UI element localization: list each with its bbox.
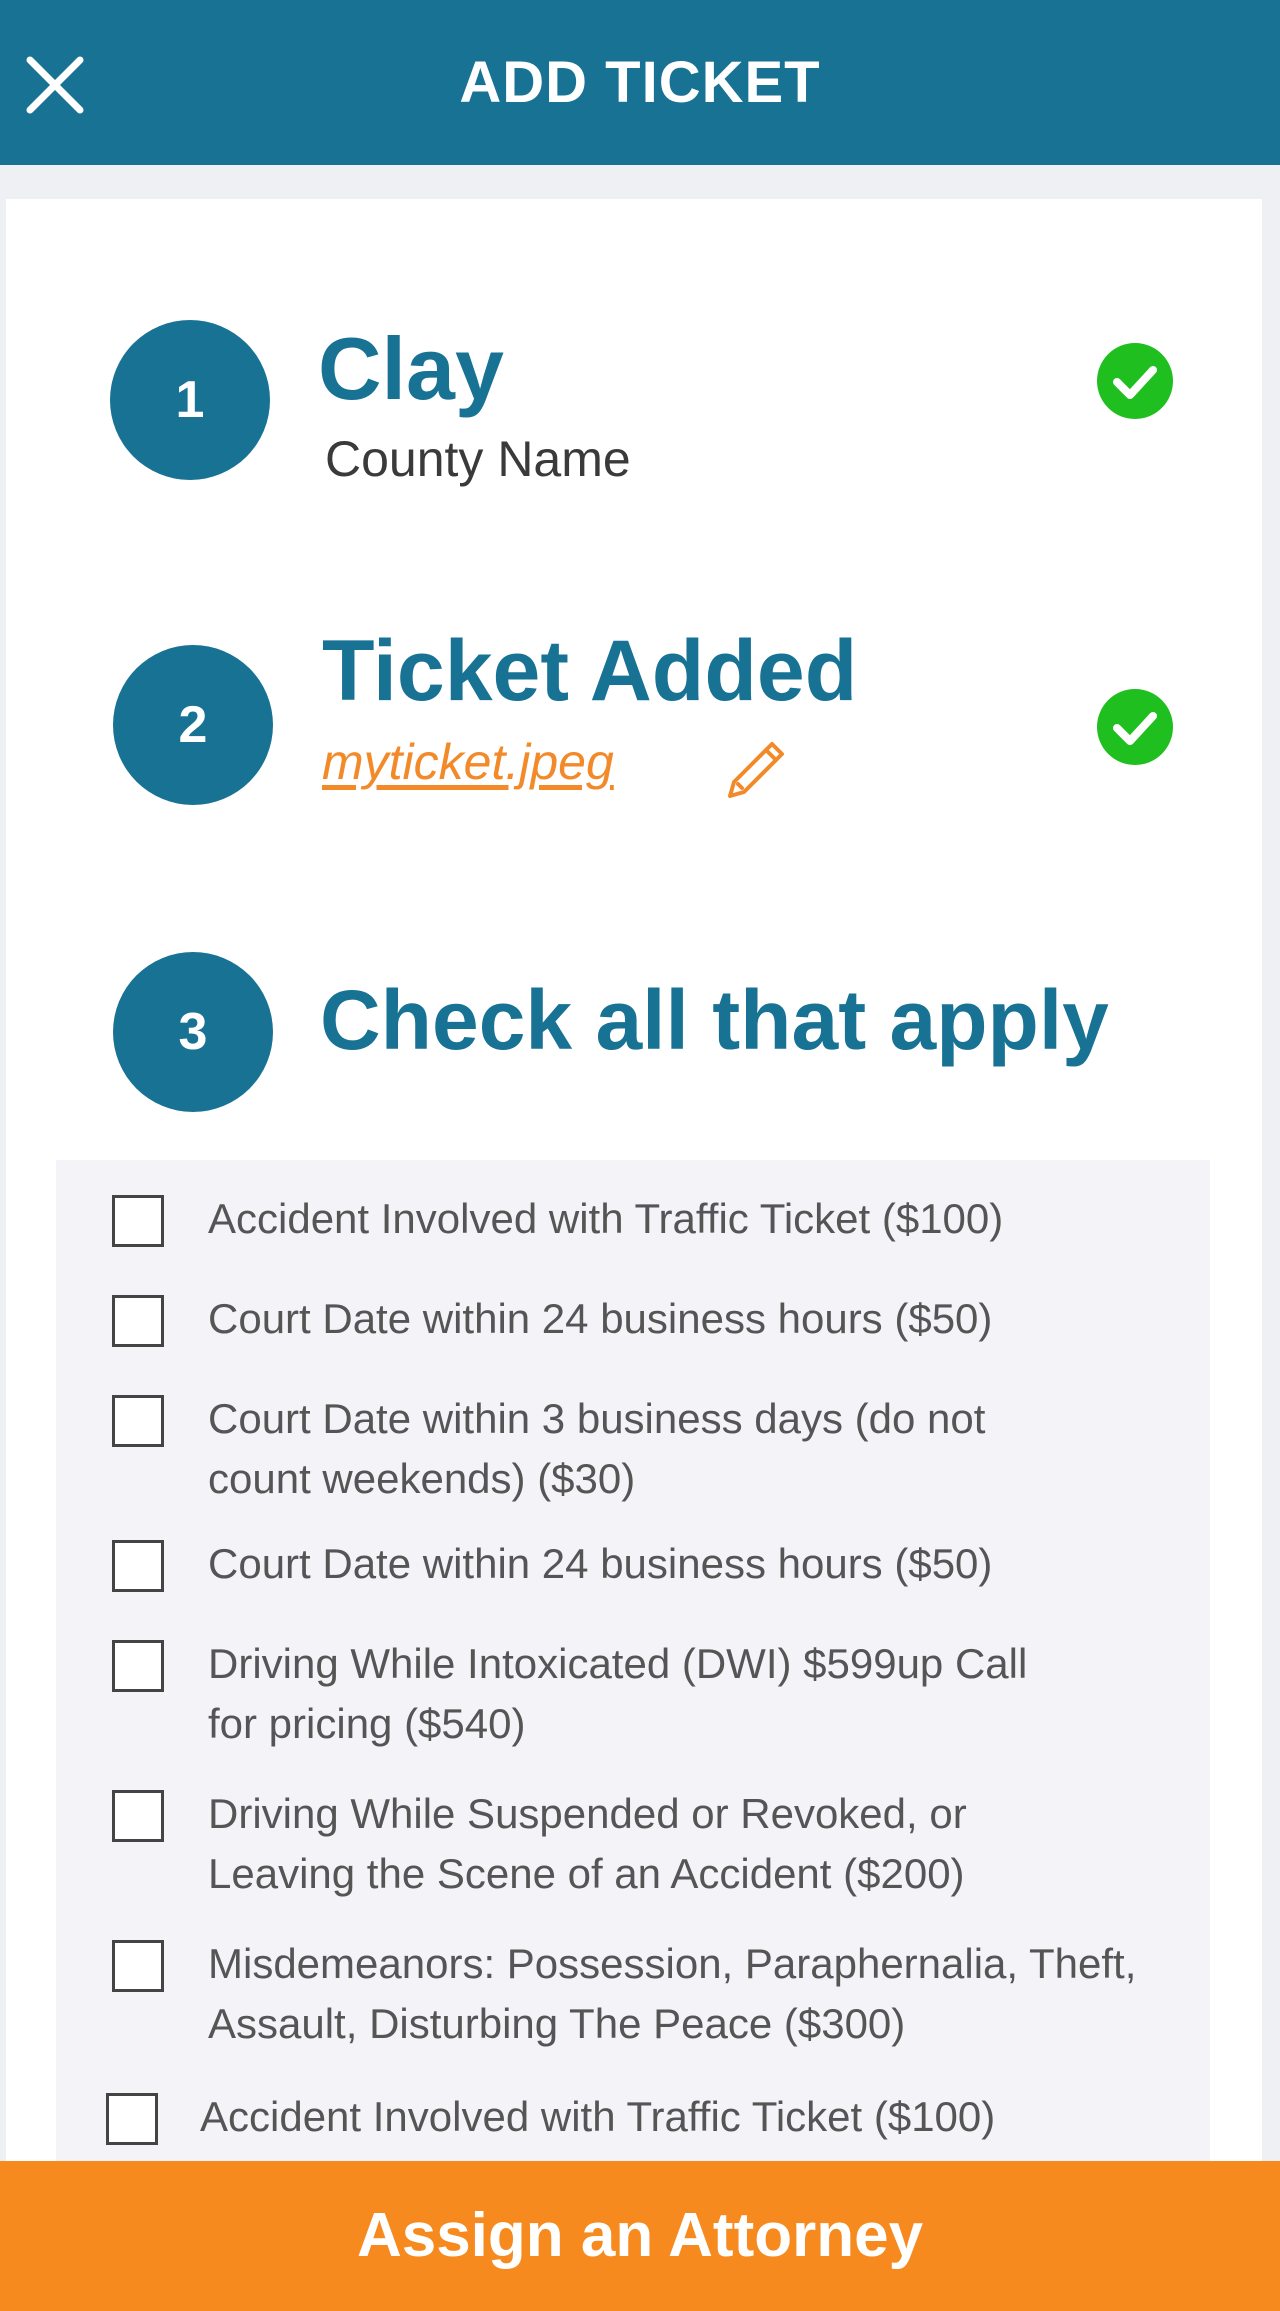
top-bar: ADD TICKET bbox=[0, 0, 1280, 165]
option-label: Accident Involved with Traffic Ticket ($… bbox=[208, 1195, 1004, 1242]
page-title: ADD TICKET bbox=[459, 50, 821, 115]
close-button[interactable] bbox=[22, 52, 88, 118]
option-checkbox[interactable] bbox=[112, 1540, 164, 1592]
right-gutter bbox=[1262, 199, 1280, 2161]
option-checkbox[interactable] bbox=[112, 1295, 164, 1347]
county-title: Clay bbox=[318, 319, 504, 418]
option-label: Driving While Suspended or Revoked, or L… bbox=[208, 1790, 967, 1897]
option-label: Accident Involved with Traffic Ticket ($… bbox=[200, 2093, 996, 2140]
option-checkbox[interactable] bbox=[112, 1940, 164, 1992]
option-checkbox[interactable] bbox=[112, 1195, 164, 1247]
pencil-icon[interactable] bbox=[720, 732, 794, 806]
step-number-badge: 1 bbox=[110, 320, 270, 480]
checklist-title: Check all that apply bbox=[320, 973, 1109, 1067]
step-number-badge: 3 bbox=[113, 952, 273, 1112]
option-checkbox[interactable] bbox=[112, 1640, 164, 1692]
close-icon bbox=[26, 56, 84, 114]
ticket-status-title: Ticket Added bbox=[322, 623, 858, 719]
check-circle-icon bbox=[1097, 343, 1173, 419]
option-checkbox[interactable] bbox=[112, 1790, 164, 1842]
option-label: Court Date within 24 business hours ($50… bbox=[208, 1540, 993, 1587]
options-list: Accident Involved with Traffic Ticket ($… bbox=[56, 1160, 1210, 2161]
header-divider bbox=[0, 165, 1280, 199]
option-label: Court Date within 24 business hours ($50… bbox=[208, 1295, 993, 1342]
left-gutter bbox=[0, 199, 6, 2161]
option-label: Misdemeanors: Possession, Paraphernalia,… bbox=[208, 1940, 1137, 2047]
option-checkbox[interactable] bbox=[106, 2093, 158, 2145]
step-number-badge: 2 bbox=[113, 645, 273, 805]
option-label: Driving While Intoxicated (DWI) $599up C… bbox=[208, 1640, 1028, 1747]
county-subtitle: County Name bbox=[325, 431, 631, 487]
option-checkbox[interactable] bbox=[112, 1395, 164, 1447]
ticket-file-link[interactable]: myticket.jpeg bbox=[322, 733, 614, 791]
check-circle-icon bbox=[1097, 689, 1173, 765]
assign-attorney-button[interactable]: Assign an Attorney bbox=[0, 2161, 1280, 2311]
option-label: Court Date within 3 business days (do no… bbox=[208, 1395, 986, 1502]
